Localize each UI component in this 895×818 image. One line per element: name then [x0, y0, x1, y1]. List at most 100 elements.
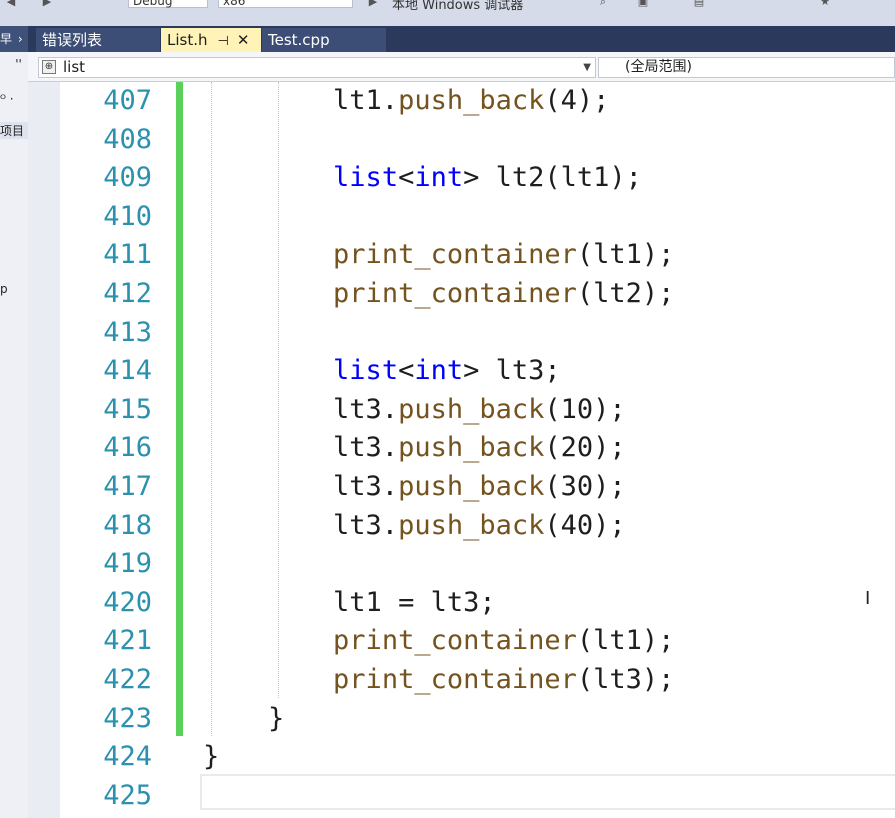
code-line[interactable]: 421 print_container(lt1);	[28, 622, 895, 661]
code-token: (30);	[544, 471, 626, 502]
code-token: lt3.	[203, 471, 399, 502]
code-token: }	[203, 741, 220, 773]
code-line[interactable]: 413	[28, 314, 895, 353]
function-token: print_container	[333, 239, 577, 271]
tool-icon-2[interactable]: ▤	[692, 0, 706, 7]
panel-search-row[interactable]: ᴼ ·	[0, 92, 28, 106]
function-token: push_back	[398, 509, 545, 541]
close-icon[interactable]: ✕	[237, 31, 250, 49]
code-text: lt3.push_back(30);	[203, 468, 626, 507]
panel-header-label: 早	[0, 32, 13, 46]
code-text: print_container(lt2);	[203, 275, 674, 314]
code-text: print_container(lt3);	[203, 661, 674, 700]
code-line[interactable]: 417 lt3.push_back(30);	[28, 468, 895, 507]
code-token: (lt2);	[576, 278, 675, 309]
find-icon[interactable]: ⌕	[596, 0, 610, 7]
code-line[interactable]: 408	[28, 121, 895, 160]
run-debugger-button[interactable]: 本地 Windows 调试器	[392, 0, 523, 13]
code-text: lt3.push_back(10);	[203, 391, 626, 430]
run-icon[interactable]: ▶	[366, 0, 380, 7]
code-text: print_container(lt1);	[203, 236, 674, 275]
code-token: lt1.	[203, 85, 399, 116]
platform-dropdown[interactable]: x86	[218, 0, 353, 8]
tool-icon[interactable]: ▣	[636, 0, 650, 7]
code-text: }	[203, 738, 219, 777]
code-line[interactable]: 409 list<int> lt2(lt1);	[28, 159, 895, 198]
tab-test-cpp[interactable]: Test.cpp	[262, 28, 386, 52]
tab-list-h[interactable]: List.h ⊣ ✕	[161, 28, 261, 52]
code-token: <	[398, 162, 415, 194]
panel-item-row[interactable]: p	[0, 282, 28, 296]
code-text: list<int> lt3;	[203, 352, 561, 391]
back-icon[interactable]: ◀	[4, 0, 18, 7]
code-line[interactable]: 415 lt3.push_back(10);	[28, 391, 895, 430]
tab-error-list[interactable]: 错误列表	[36, 28, 160, 52]
bookmark-icon[interactable]: ★	[818, 0, 832, 7]
function-token: print_container	[333, 625, 577, 657]
code-line[interactable]: 419	[28, 545, 895, 584]
code-line[interactable]: 422 print_container(lt3);	[28, 661, 895, 700]
code-token: (10);	[544, 393, 626, 425]
function-token: print_container	[333, 664, 577, 695]
line-number: 415	[103, 393, 152, 425]
document-tab-bar: 错误列表 List.h ⊣ ✕ Test.cpp	[28, 26, 895, 52]
code-line[interactable]: 411 print_container(lt1);	[28, 236, 895, 275]
code-token: (lt1);	[576, 239, 675, 271]
pin-icon[interactable]: ⊣	[218, 34, 229, 49]
tab-label: List.h	[167, 31, 208, 49]
line-number: 416	[103, 432, 152, 464]
line-number: 417	[103, 471, 152, 502]
code-text: lt3.push_back(20);	[203, 429, 626, 468]
code-line[interactable]: 412 print_container(lt2);	[28, 275, 895, 314]
line-number: 408	[103, 123, 152, 155]
class-scope-dropdown[interactable]: ⊕ list ▼	[38, 57, 596, 78]
keyword-token: list	[333, 355, 399, 387]
code-token: lt3.	[203, 509, 399, 541]
line-number: 410	[103, 200, 152, 232]
member-scope-dropdown[interactable]: (全局范围)	[598, 57, 895, 78]
panel-overflow-icon[interactable]: ''	[0, 57, 28, 71]
line-number: 419	[103, 548, 152, 580]
code-token: (4);	[544, 85, 610, 116]
code-line[interactable]: 420 lt1 = lt3;	[28, 584, 895, 623]
solution-explorer-panel: 早 › '' ᴼ · 项目 p	[0, 26, 29, 818]
class-icon: ⊕	[42, 60, 56, 74]
line-number: 411	[103, 239, 152, 271]
line-number: 418	[103, 509, 152, 541]
code-line[interactable]: 410	[28, 198, 895, 237]
code-line[interactable]: 425	[28, 777, 895, 816]
code-text: list<int> lt2(lt1);	[203, 159, 642, 198]
code-token: (20);	[544, 432, 626, 464]
line-number: 409	[103, 162, 152, 194]
code-editor[interactable]: 407 lt1.push_back(4); 408 409 list<int> lt…	[28, 82, 895, 818]
code-token: }	[203, 702, 285, 734]
function-token: push_back	[398, 85, 545, 116]
code-line[interactable]: 414 list<int> lt3;	[28, 352, 895, 391]
code-line[interactable]: 423 }	[28, 700, 895, 739]
keyword-token: list	[333, 162, 399, 194]
code-text: print_container(lt1);	[203, 622, 674, 661]
config-dropdown[interactable]: Debug	[128, 0, 208, 8]
line-number: 425	[103, 779, 152, 811]
code-line[interactable]: 416 lt3.push_back(20);	[28, 429, 895, 468]
forward-icon[interactable]: ▶	[40, 0, 54, 7]
chevron-down-icon[interactable]: ▼	[583, 58, 591, 77]
code-token: (40);	[544, 509, 626, 541]
tab-label: Test.cpp	[268, 31, 330, 49]
code-line[interactable]: 407 lt1.push_back(4);	[28, 82, 895, 121]
keyword-token: int	[414, 162, 464, 194]
chevron-right-icon[interactable]: ›	[18, 32, 23, 46]
panel-project-row[interactable]: 项目	[0, 122, 28, 139]
code-token: (lt3);	[576, 664, 675, 695]
code-text: lt1.push_back(4);	[203, 82, 609, 121]
function-token: push_back	[398, 393, 545, 425]
member-scope-value: (全局范围)	[625, 59, 692, 75]
code-token: > lt2(lt1);	[463, 162, 642, 194]
tab-label: 错误列表	[42, 31, 103, 49]
code-line[interactable]: 424}	[28, 738, 895, 777]
code-line[interactable]: 418 lt3.push_back(40);	[28, 507, 895, 546]
